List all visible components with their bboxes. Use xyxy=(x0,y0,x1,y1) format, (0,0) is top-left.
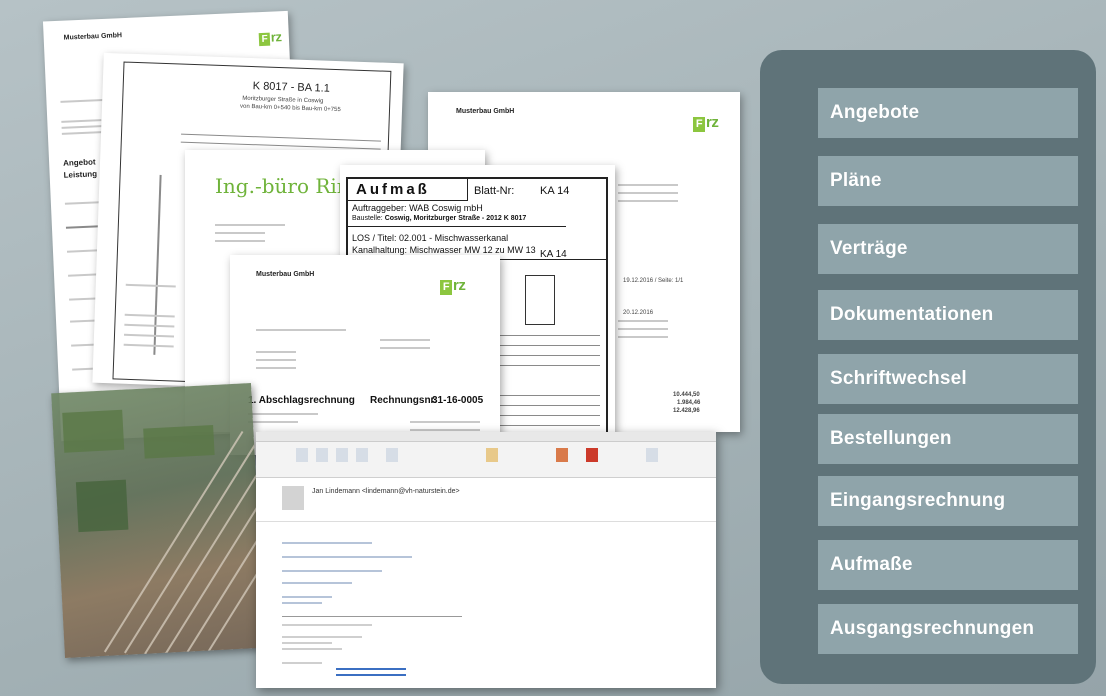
menu-item-ausgangsrechnungen[interactable]: Ausgangsrechnungen xyxy=(818,604,1078,654)
auftraggeber-label: Auftraggeber: xyxy=(352,203,407,213)
baustelle-value: Coswig, Moritzburger Straße - 2012 K 801… xyxy=(384,215,527,222)
date-page: 19.12.2016 / Seite: 1/1 xyxy=(623,278,684,284)
company-name: Musterbau GmbH xyxy=(63,32,123,42)
date-2: 20.12.2016 xyxy=(623,310,654,316)
los-label: LOS / Titel: xyxy=(352,233,397,243)
summe-3: 12.428,96 xyxy=(673,408,700,414)
menu-item-bestellungen[interactable]: Bestellungen xyxy=(818,414,1078,464)
menu-item-eingangsrechnung[interactable]: Eingangsrechnung xyxy=(818,476,1078,526)
rz-logo: Frz xyxy=(258,29,282,47)
blatt-label: Blatt-Nr: xyxy=(474,185,515,197)
menu-item-vertraege[interactable]: Verträge xyxy=(818,224,1078,274)
kanal-label: Kanalhaltung: xyxy=(352,245,408,255)
summe-2: 1.984,46 xyxy=(677,400,701,406)
document-abschlagsrechnung: Musterbau GmbH Frz 1. Abschlagsrechnung … xyxy=(230,255,500,455)
rechnung-title: 1. Abschlagsrechnung xyxy=(248,395,355,406)
company-name-3: Musterbau GmbH xyxy=(256,271,315,278)
baustelle-label: Baustelle: xyxy=(352,215,383,222)
sender-avatar xyxy=(282,486,304,510)
rz-logo-3: Frz xyxy=(440,277,466,295)
menu-item-plaene[interactable]: Pläne xyxy=(818,156,1078,206)
email-window: Jan Lindemann <lindemann@vh-naturstein.d… xyxy=(256,432,716,688)
summe-1: 10.444,50 xyxy=(673,392,700,398)
menu-item-angebote[interactable]: Angebote xyxy=(818,88,1078,138)
rechnung-nr-label: Rechnungsnr. xyxy=(370,395,437,406)
los-value: 02.001 - Mischwasserkanal xyxy=(399,233,509,243)
rz-logo-2: Frz xyxy=(693,114,719,132)
auftraggeber-value: WAB Coswig mbH xyxy=(409,203,483,213)
aerial-photo xyxy=(51,382,265,659)
angebot-heading: Angebot xyxy=(62,157,96,168)
kanal-value: Mischwasser MW 12 zu MW 13 xyxy=(409,245,536,255)
menu-item-aufmasse[interactable]: Aufmaße xyxy=(818,540,1078,590)
aufmass-title: Aufmaß xyxy=(356,181,430,198)
leistung-heading: Leistung xyxy=(63,169,98,180)
rechnung-nr-value: 31-16-0005 xyxy=(432,395,484,406)
sender-address: Jan Lindemann <lindemann@vh-naturstein.d… xyxy=(312,488,460,495)
blatt-value: KA 14 xyxy=(540,185,570,197)
company-name-2: Musterbau GmbH xyxy=(456,108,515,115)
menu-item-schriftwechsel[interactable]: Schriftwechsel xyxy=(818,354,1078,404)
menu-item-dokumentationen[interactable]: Dokumentationen xyxy=(818,290,1078,340)
